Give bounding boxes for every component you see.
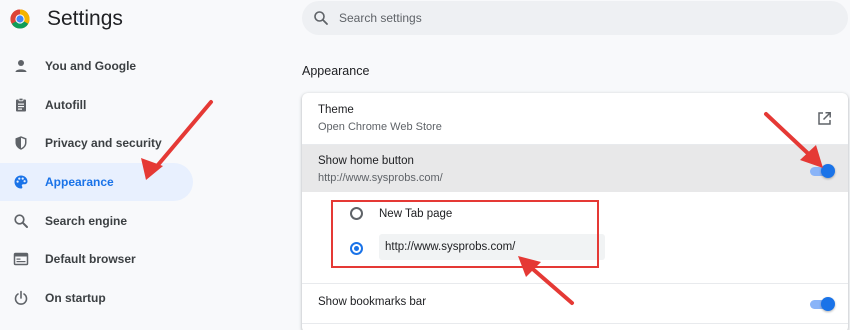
toggle-knob — [821, 297, 835, 311]
person-icon — [15, 60, 27, 73]
theme-subtitle: Open Chrome Web Store — [318, 121, 442, 133]
sidebar-item-label: You and Google — [45, 59, 137, 74]
sidebar-item-on-startup[interactable]: On startup — [0, 279, 193, 318]
search-box[interactable]: Search settings — [302, 1, 848, 35]
sidebar-item-appearance[interactable]: Appearance — [0, 162, 193, 202]
bookmarks-bar-row: Show bookmarks bar — [302, 283, 848, 323]
sidebar-item-privacy-and-security[interactable]: Privacy and security — [0, 124, 193, 163]
sidebar-item-label: On startup — [45, 290, 106, 305]
appearance-card: Theme Open Chrome Web Store Show home bu… — [302, 93, 848, 330]
new-tab-radio[interactable] — [350, 207, 363, 220]
sidebar-item-label: Search engine — [45, 213, 128, 228]
bookmarks-bar-toggle[interactable] — [808, 297, 835, 311]
clipboard-icon — [16, 97, 26, 112]
sidebar-nav: You and Google Autofill Privacy and secu… — [0, 47, 193, 317]
palette-icon — [14, 175, 28, 189]
shield-icon — [15, 136, 27, 151]
page-title: Settings — [47, 7, 123, 30]
home-button-title: Show home button — [318, 155, 414, 167]
chrome-logo-icon — [10, 9, 30, 29]
home-button-row: Show home button http://www.sysprobs.com… — [302, 145, 848, 192]
theme-title: Theme — [318, 104, 354, 116]
home-button-toggle[interactable] — [808, 164, 835, 178]
sidebar-item-search-engine[interactable]: Search engine — [0, 201, 193, 240]
search-icon — [14, 214, 28, 228]
home-button-url: http://www.sysprobs.com/ — [318, 172, 443, 184]
new-tab-label: New Tab page — [379, 208, 453, 220]
sidebar-item-label: Appearance — [45, 175, 114, 190]
browser-window-icon — [13, 253, 29, 266]
sidebar-item-label: Privacy and security — [45, 136, 162, 151]
search-icon — [314, 11, 328, 25]
sidebar-item-label: Autofill — [45, 97, 87, 112]
sidebar-item-you-and-google[interactable]: You and Google — [0, 47, 193, 86]
open-external-icon[interactable] — [817, 111, 832, 126]
search-placeholder[interactable]: Search settings — [339, 11, 422, 25]
power-icon — [14, 290, 28, 305]
sidebar-item-autofill[interactable]: Autofill — [0, 86, 193, 125]
toggle-knob — [821, 164, 835, 178]
theme-row[interactable]: Theme Open Chrome Web Store — [302, 93, 848, 145]
home-url-input[interactable] — [379, 234, 605, 260]
new-tab-option[interactable]: New Tab page — [302, 198, 848, 228]
row-divider — [302, 323, 848, 324]
sidebar-item-label: Default browser — [45, 252, 136, 267]
bookmarks-bar-title: Show bookmarks bar — [318, 296, 427, 308]
sidebar-item-default-browser[interactable]: Default browser — [0, 240, 193, 279]
section-title: Appearance — [302, 64, 370, 78]
custom-url-radio[interactable] — [350, 242, 363, 255]
